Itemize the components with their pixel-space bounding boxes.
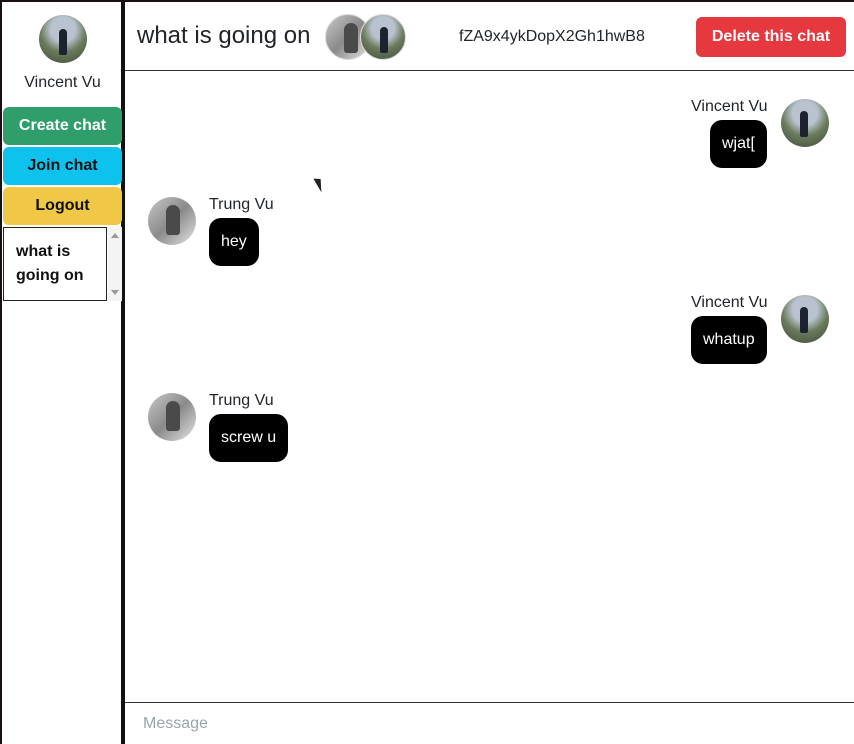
message-bubble: hey xyxy=(209,218,259,266)
chat-panel: what is going on fZA9x4ykDopX2Gh1hwB8 De… xyxy=(123,2,854,744)
message-avatar xyxy=(781,295,829,343)
chat-title: what is going on xyxy=(137,22,311,49)
message-bubble: whatup xyxy=(691,316,767,364)
current-user-name: Vincent Vu xyxy=(24,74,101,91)
message-input[interactable] xyxy=(125,703,854,744)
message-avatar xyxy=(148,197,196,245)
scroll-down-arrow-icon[interactable] xyxy=(111,290,119,295)
message-sender: Vincent Vu xyxy=(691,294,768,311)
sidebar: Vincent Vu Create chat Join chat Logout … xyxy=(2,2,123,744)
message-list: Vincent Vu wjat[ Trung Vu hey Vincent Vu… xyxy=(125,72,854,702)
scroll-up-arrow-icon[interactable] xyxy=(111,233,119,238)
member-avatar-vincent xyxy=(360,14,406,60)
message-sender: Vincent Vu xyxy=(691,98,768,115)
message-sender: Trung Vu xyxy=(209,392,274,409)
message-avatar xyxy=(148,393,196,441)
chat-list-scrollbar[interactable] xyxy=(108,227,122,301)
chat-list: what is going on xyxy=(3,227,122,301)
message-avatar xyxy=(781,99,829,147)
delete-chat-button[interactable]: Delete this chat xyxy=(696,17,846,57)
mouse-cursor-icon xyxy=(313,175,327,193)
message-bubble: screw u xyxy=(209,414,289,462)
create-chat-button[interactable]: Create chat xyxy=(3,107,122,145)
logout-button[interactable]: Logout xyxy=(3,187,122,225)
chat-list-item[interactable]: what is going on xyxy=(3,227,107,301)
chat-header: what is going on fZA9x4ykDopX2Gh1hwB8 De… xyxy=(125,2,854,71)
message-bubble: wjat[ xyxy=(710,120,767,168)
chat-id: fZA9x4ykDopX2Gh1hwB8 xyxy=(459,28,645,45)
message-composer xyxy=(125,702,854,744)
message-sender: Trung Vu xyxy=(209,196,274,213)
join-chat-button[interactable]: Join chat xyxy=(3,147,122,185)
current-user-avatar[interactable] xyxy=(39,15,87,63)
